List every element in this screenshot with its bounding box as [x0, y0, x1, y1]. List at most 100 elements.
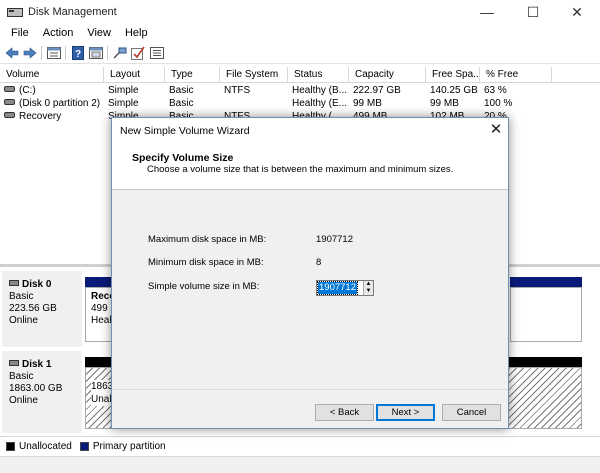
- menu-file[interactable]: File: [4, 27, 36, 39]
- volume-size-input[interactable]: 1907712: [317, 281, 358, 295]
- disk-management-icon: [7, 6, 23, 18]
- disk-state: Online: [9, 395, 38, 406]
- dialog-subheading: Choose a volume size that is between the…: [147, 164, 454, 175]
- free-cell: 99 MB: [430, 98, 459, 109]
- type-cell: Basic: [169, 98, 194, 109]
- legend-unallocated: Unallocated: [19, 441, 72, 452]
- dialog-header: Specify Volume Size Choose a volume size…: [112, 144, 508, 190]
- title-bar: Disk Management — ☐ ✕: [0, 0, 600, 24]
- disk-icon: [9, 360, 19, 366]
- column-type[interactable]: Type: [165, 67, 220, 83]
- disk-kind: Basic: [9, 291, 34, 302]
- toolbar: ?: [0, 42, 600, 64]
- menu-bar: File Action View Help: [0, 24, 600, 42]
- disk-kind: Basic: [9, 371, 34, 382]
- legend-primary: Primary partition: [92, 441, 166, 452]
- svg-text:?: ?: [75, 49, 81, 60]
- check-icon[interactable]: [130, 45, 146, 61]
- column-layout[interactable]: Layout: [104, 67, 165, 83]
- table-row[interactable]: (Disk 0 partition 2) Simple Basic Health…: [0, 97, 600, 110]
- volume-cell: Recovery: [0, 110, 104, 123]
- properties-icon[interactable]: [88, 45, 104, 61]
- partition-size: 499 N: [91, 303, 114, 314]
- new-simple-volume-wizard: New Simple Volume Wizard ✕ Specify Volum…: [111, 117, 509, 429]
- capacity-cell: 99 MB: [353, 98, 382, 109]
- type-cell: Basic: [169, 85, 194, 96]
- dialog-heading: Specify Volume Size: [132, 152, 234, 164]
- menu-view[interactable]: View: [80, 27, 118, 39]
- disk-icon: [9, 280, 19, 286]
- volume-cell: (Disk 0 partition 2): [0, 97, 104, 110]
- volume-icon: [4, 99, 15, 105]
- percent-cell: 63 %: [484, 85, 507, 96]
- disk-size: 223.56 GB: [9, 303, 57, 314]
- percent-cell: 100 %: [484, 98, 513, 109]
- toolbar-separator: [41, 46, 42, 60]
- connect-icon[interactable]: [112, 45, 128, 61]
- volume-icon: [4, 86, 15, 92]
- partition-title: Reco: [91, 291, 115, 302]
- spin-up-icon[interactable]: ▲: [363, 281, 373, 288]
- legend: Unallocated Primary partition: [0, 436, 600, 456]
- max-space-value: 1907712: [316, 234, 353, 245]
- min-space-value: 8: [316, 257, 322, 268]
- disk-name: Disk 1: [22, 359, 52, 370]
- column-volume[interactable]: Volume: [0, 67, 104, 83]
- c-partition[interactable]: [510, 287, 582, 342]
- partition-status: Healt: [91, 315, 115, 326]
- status-cell: Healthy (B...: [292, 85, 348, 96]
- column-percent-free[interactable]: % Free: [480, 67, 552, 83]
- dialog-title: New Simple Volume Wizard: [120, 125, 250, 137]
- unallocated-swatch: [6, 442, 15, 451]
- free-cell: 140.25 GB: [430, 85, 478, 96]
- dialog-title-bar: New Simple Volume Wizard ✕: [112, 118, 508, 144]
- volume-size-label: Simple volume size in MB:: [148, 281, 260, 292]
- fs-cell: [220, 97, 288, 110]
- dialog-footer-divider: [112, 389, 508, 390]
- layout-cell: Simple: [108, 85, 139, 96]
- dialog-close-icon[interactable]: ✕: [488, 122, 504, 138]
- volume-size-stepper[interactable]: 1907712 ▲ ▼: [316, 280, 374, 296]
- toolbar-separator: [65, 46, 66, 60]
- fs-cell: NTFS: [224, 85, 251, 96]
- primary-partition-swatch: [79, 442, 89, 451]
- menu-help[interactable]: Help: [118, 27, 155, 39]
- column-free-space[interactable]: Free Spa...: [426, 67, 480, 83]
- disk-state: Online: [9, 315, 38, 326]
- status-cell: Healthy (E...: [292, 98, 348, 109]
- volume-name: (C:): [19, 85, 36, 96]
- back-button[interactable]: < Back: [315, 404, 374, 421]
- volume-name: (Disk 0 partition 2): [19, 98, 101, 109]
- column-status[interactable]: Status: [288, 67, 349, 83]
- minimize-button[interactable]: —: [464, 0, 510, 24]
- window-title: Disk Management: [28, 6, 117, 18]
- cancel-button[interactable]: Cancel: [442, 404, 501, 421]
- disk-name: Disk 0: [22, 279, 52, 290]
- back-arrow-icon[interactable]: [4, 45, 20, 61]
- min-space-label: Minimum disk space in MB:: [148, 257, 264, 268]
- volume-icon: [4, 112, 15, 118]
- volume-list-header: Volume Layout Type File System Status Ca…: [0, 67, 600, 83]
- settings-list-icon[interactable]: [149, 45, 165, 61]
- volume-name: Recovery: [19, 111, 62, 122]
- menu-action[interactable]: Action: [36, 27, 81, 39]
- help-icon[interactable]: ?: [70, 45, 86, 61]
- partition-color-strip: [510, 277, 582, 287]
- disk-size: 1863.00 GB: [9, 383, 63, 394]
- toolbar-separator: [107, 46, 108, 60]
- max-space-label: Maximum disk space in MB:: [148, 234, 267, 245]
- column-file-system[interactable]: File System: [220, 67, 288, 83]
- layout-cell: Simple: [108, 98, 139, 109]
- disk-1-label[interactable]: Disk 1 Basic 1863.00 GB Online: [2, 351, 82, 433]
- disk-list-icon[interactable]: [46, 45, 62, 61]
- table-row[interactable]: (C:) Simple Basic NTFS Healthy (B... 222…: [0, 84, 600, 97]
- next-button[interactable]: Next >: [376, 404, 435, 421]
- disk-0-label[interactable]: Disk 0 Basic 223.56 GB Online: [2, 271, 82, 347]
- capacity-cell: 222.97 GB: [353, 85, 401, 96]
- forward-arrow-icon[interactable]: [22, 45, 38, 61]
- maximize-button[interactable]: ☐: [510, 0, 556, 24]
- spin-down-icon[interactable]: ▼: [363, 288, 373, 295]
- column-capacity[interactable]: Capacity: [349, 67, 426, 83]
- status-bar: [0, 456, 600, 473]
- close-button[interactable]: ✕: [554, 0, 600, 24]
